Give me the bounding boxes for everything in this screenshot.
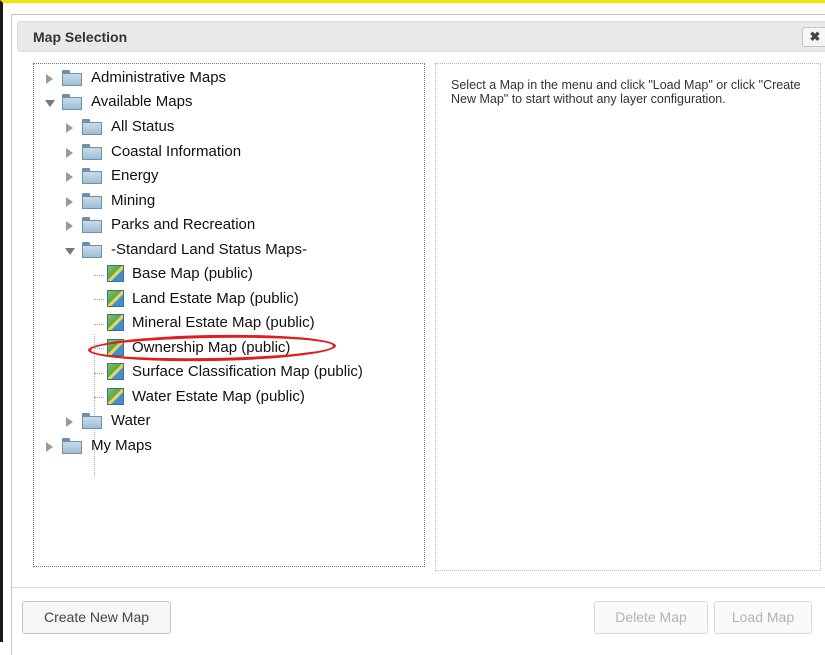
tree-node-label: Base Map (public) — [132, 265, 253, 282]
tree-node-label: My Maps — [91, 437, 152, 454]
map-selection-dialog: Map Selection ✖ Administrative Maps Avai… — [11, 14, 825, 655]
folder-icon — [82, 413, 102, 429]
expand-arrow-icon[interactable] — [46, 442, 53, 452]
expand-arrow-icon[interactable] — [66, 123, 73, 133]
create-new-map-button[interactable]: Create New Map — [22, 601, 171, 634]
tree-node-label: Coastal Information — [111, 143, 242, 160]
expand-arrow-icon[interactable] — [66, 172, 73, 182]
map-tree-panel: Administrative Maps Available Maps All S… — [33, 63, 425, 567]
folder-icon — [62, 70, 82, 86]
tree-node-label: Available Maps — [91, 93, 193, 110]
tree-node-label: Mining — [111, 192, 156, 209]
expand-arrow-icon[interactable] — [66, 148, 73, 158]
close-icon[interactable]: ✖ — [802, 27, 825, 47]
tree-connector — [94, 334, 95, 477]
map-icon — [107, 388, 124, 405]
folder-icon — [62, 94, 82, 110]
dialog-title: Map Selection — [33, 29, 128, 45]
tree-node-label: Energy — [111, 167, 159, 184]
dialog-titlebar[interactable]: Map Selection ✖ — [17, 21, 825, 52]
tree-node-label: Water Estate Map (public) — [132, 388, 305, 405]
tree-node-label: All Status — [111, 118, 175, 135]
tree-connector — [94, 275, 104, 276]
expand-arrow-icon[interactable] — [66, 197, 73, 207]
tree-connector — [94, 324, 104, 325]
map-info-panel: Select a Map in the menu and click "Load… — [435, 63, 821, 571]
tree-connector — [94, 299, 104, 300]
tree-node-label: -Standard Land Status Maps- — [111, 241, 307, 258]
map-icon — [107, 290, 124, 307]
collapse-arrow-icon[interactable] — [45, 100, 55, 107]
tree-node-label: Water — [111, 412, 151, 429]
expand-arrow-icon[interactable] — [46, 74, 53, 84]
expand-arrow-icon[interactable] — [66, 221, 73, 231]
info-text: Select a Map in the menu and click "Load… — [451, 78, 801, 106]
folder-icon — [82, 217, 102, 233]
footer-divider — [12, 587, 825, 588]
expand-arrow-icon[interactable] — [66, 417, 73, 427]
map-icon — [107, 363, 124, 380]
delete-map-button[interactable]: Delete Map — [594, 601, 708, 634]
folder-icon — [62, 438, 82, 454]
tree-node-label: Administrative Maps — [91, 69, 227, 86]
map-icon — [107, 265, 124, 282]
folder-icon — [82, 168, 102, 184]
tree-node-label: Surface Classification Map (public) — [132, 363, 363, 380]
tree-connector — [94, 373, 104, 374]
load-map-button[interactable]: Load Map — [714, 601, 812, 634]
tree-node-label: Mineral Estate Map (public) — [132, 314, 315, 331]
folder-icon — [82, 144, 102, 160]
folder-icon — [82, 242, 102, 258]
collapse-arrow-icon[interactable] — [65, 248, 75, 255]
tree-node-label: Land Estate Map (public) — [132, 290, 299, 307]
folder-icon — [82, 119, 102, 135]
tree-node-label: Parks and Recreation — [111, 216, 256, 233]
map-icon — [107, 314, 124, 331]
tree-connector — [94, 397, 104, 398]
folder-icon — [82, 193, 102, 209]
